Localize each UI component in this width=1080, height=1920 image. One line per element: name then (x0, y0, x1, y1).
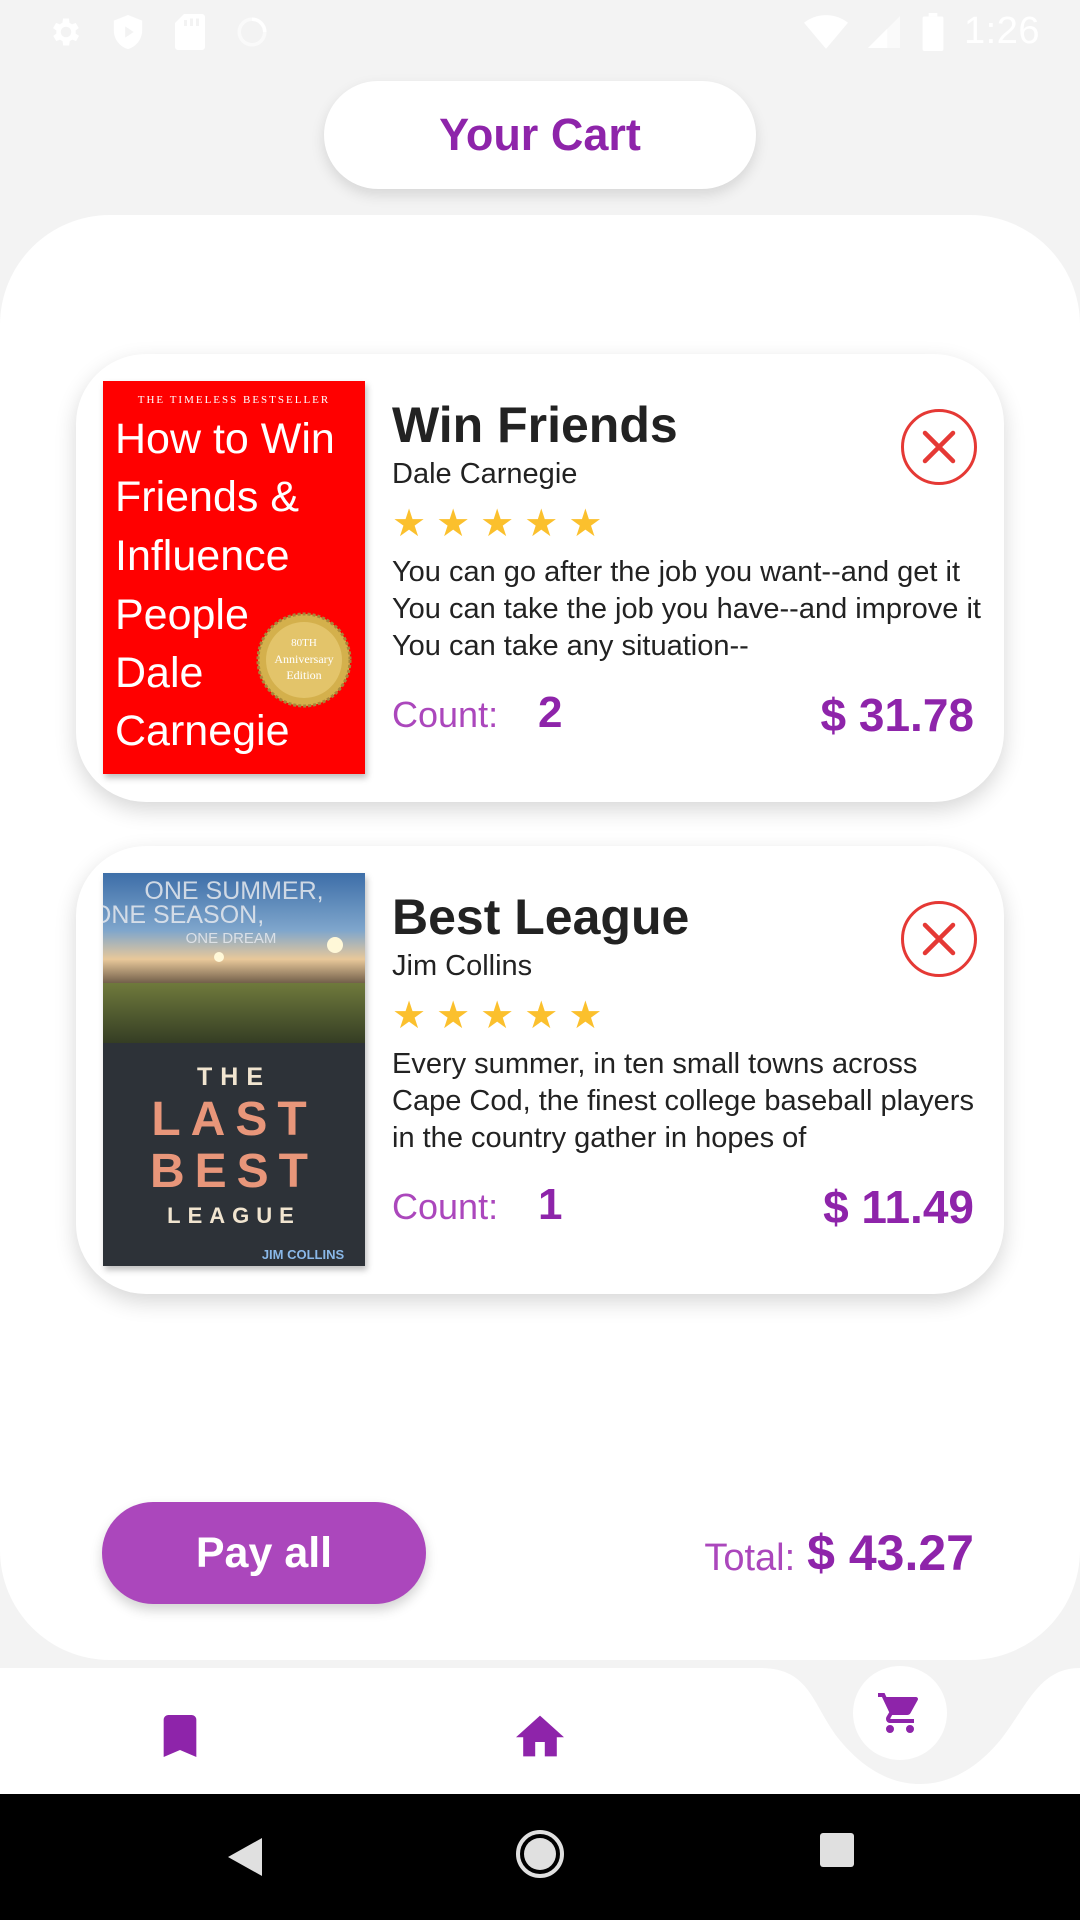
svg-text:LEAGUE: LEAGUE (167, 1203, 301, 1228)
svg-text:THE TIMELESS BESTSELLER: THE TIMELESS BESTSELLER (138, 394, 330, 406)
cart-item-card[interactable]: ONE SUMMER, ONE SEASON, ONE DREAM THE LA… (76, 846, 1004, 1294)
status-notifications (48, 13, 270, 50)
svg-text:LAST: LAST (151, 1093, 316, 1146)
wifi-icon (804, 14, 849, 50)
pay-all-label: Pay all (195, 1528, 333, 1577)
back-button[interactable] (220, 1829, 270, 1885)
star-icon: ★ (524, 995, 559, 1037)
status-bar: 1:26 (0, 0, 1080, 63)
star-icon: ★ (568, 503, 603, 545)
star-icon: ★ (392, 995, 427, 1037)
item-price: $ 11.49 (823, 1181, 974, 1233)
book-author: Dale Carnegie (392, 458, 578, 490)
star-icon: ★ (568, 995, 603, 1037)
close-icon (922, 922, 956, 956)
remove-item-button[interactable] (901, 901, 977, 977)
star-icon: ★ (480, 503, 515, 545)
book-title: Win Friends (392, 397, 678, 453)
page-title: Your Cart (439, 109, 641, 160)
star-rating: ★ ★ ★ ★ ★ (392, 502, 602, 546)
star-icon: ★ (524, 503, 559, 545)
cart-item-card[interactable]: THE TIMELESS BESTSELLER How to Win Frien… (76, 354, 1004, 802)
battery-icon (920, 12, 946, 51)
nav-bookmark[interactable] (152, 1708, 208, 1764)
svg-text:Anniversary: Anniversary (274, 652, 333, 666)
count-value: 1 (538, 1180, 563, 1229)
svg-text:Dale: Dale (115, 649, 203, 697)
star-icon: ★ (436, 995, 471, 1037)
svg-text:THE: THE (197, 1063, 271, 1091)
book-author: Jim Collins (392, 950, 533, 982)
star-icon: ★ (480, 995, 515, 1037)
star-icon: ★ (392, 503, 427, 545)
system-nav-bar (0, 1794, 1080, 1920)
home-button[interactable] (512, 1826, 568, 1882)
book-cover: THE TIMELESS BESTSELLER How to Win Frien… (103, 381, 365, 774)
bottom-nav (0, 1666, 1080, 1794)
back-icon (228, 1838, 262, 1876)
count-value: 2 (538, 688, 563, 737)
nav-cart[interactable] (853, 1666, 947, 1760)
svg-text:JIM COLLINS: JIM COLLINS (262, 1247, 345, 1262)
svg-text:How to Win: How to Win (115, 415, 335, 463)
settings-icon (48, 14, 84, 50)
close-icon (922, 430, 956, 464)
page-title-pill: Your Cart (324, 81, 756, 189)
star-rating: ★ ★ ★ ★ ★ (392, 994, 602, 1038)
total-value: $ 43.27 (807, 1525, 974, 1581)
remove-item-button[interactable] (901, 409, 977, 485)
book-cover: ONE SUMMER, ONE SEASON, ONE DREAM THE LA… (103, 873, 365, 1266)
svg-text:People: People (115, 591, 249, 639)
signal-icon (866, 14, 902, 50)
count-label: Count: (392, 694, 499, 735)
svg-text:BEST: BEST (150, 1145, 318, 1198)
home-icon (516, 1715, 564, 1757)
cart-total: Total: $ 43.27 (704, 1524, 974, 1582)
count-label: Count: (392, 1186, 499, 1227)
square-icon (820, 1833, 854, 1867)
nav-home[interactable] (510, 1708, 570, 1764)
svg-text:Friends &: Friends & (115, 473, 299, 521)
pay-all-button[interactable]: Pay all (102, 1502, 426, 1604)
bookmark-icon (163, 1715, 197, 1757)
svg-text:ONE SEASON,: ONE SEASON, (103, 901, 264, 929)
svg-text:80TH: 80TH (291, 637, 317, 649)
circle-home-icon (516, 1830, 564, 1878)
status-time: 1:26 (964, 10, 1040, 52)
svg-text:Carnegie: Carnegie (115, 707, 290, 755)
total-label: Total: (704, 1537, 796, 1579)
svg-text:ONE DREAM: ONE DREAM (186, 930, 277, 947)
book-description: Every summer, in ten small towns across … (392, 1048, 974, 1154)
item-price: $ 31.78 (820, 689, 974, 741)
svg-text:Influence: Influence (115, 532, 290, 580)
recents-button[interactable] (817, 1830, 857, 1870)
book-description: You can go after the job you want--and g… (392, 556, 981, 662)
shield-icon (110, 14, 146, 50)
sd-card-icon (172, 13, 208, 50)
cart-icon (878, 1693, 918, 1733)
star-icon: ★ (436, 503, 471, 545)
book-title: Best League (392, 889, 690, 945)
sync-icon (234, 14, 270, 50)
svg-text:Edition: Edition (286, 668, 321, 682)
status-system: 1:26 (804, 10, 1040, 53)
